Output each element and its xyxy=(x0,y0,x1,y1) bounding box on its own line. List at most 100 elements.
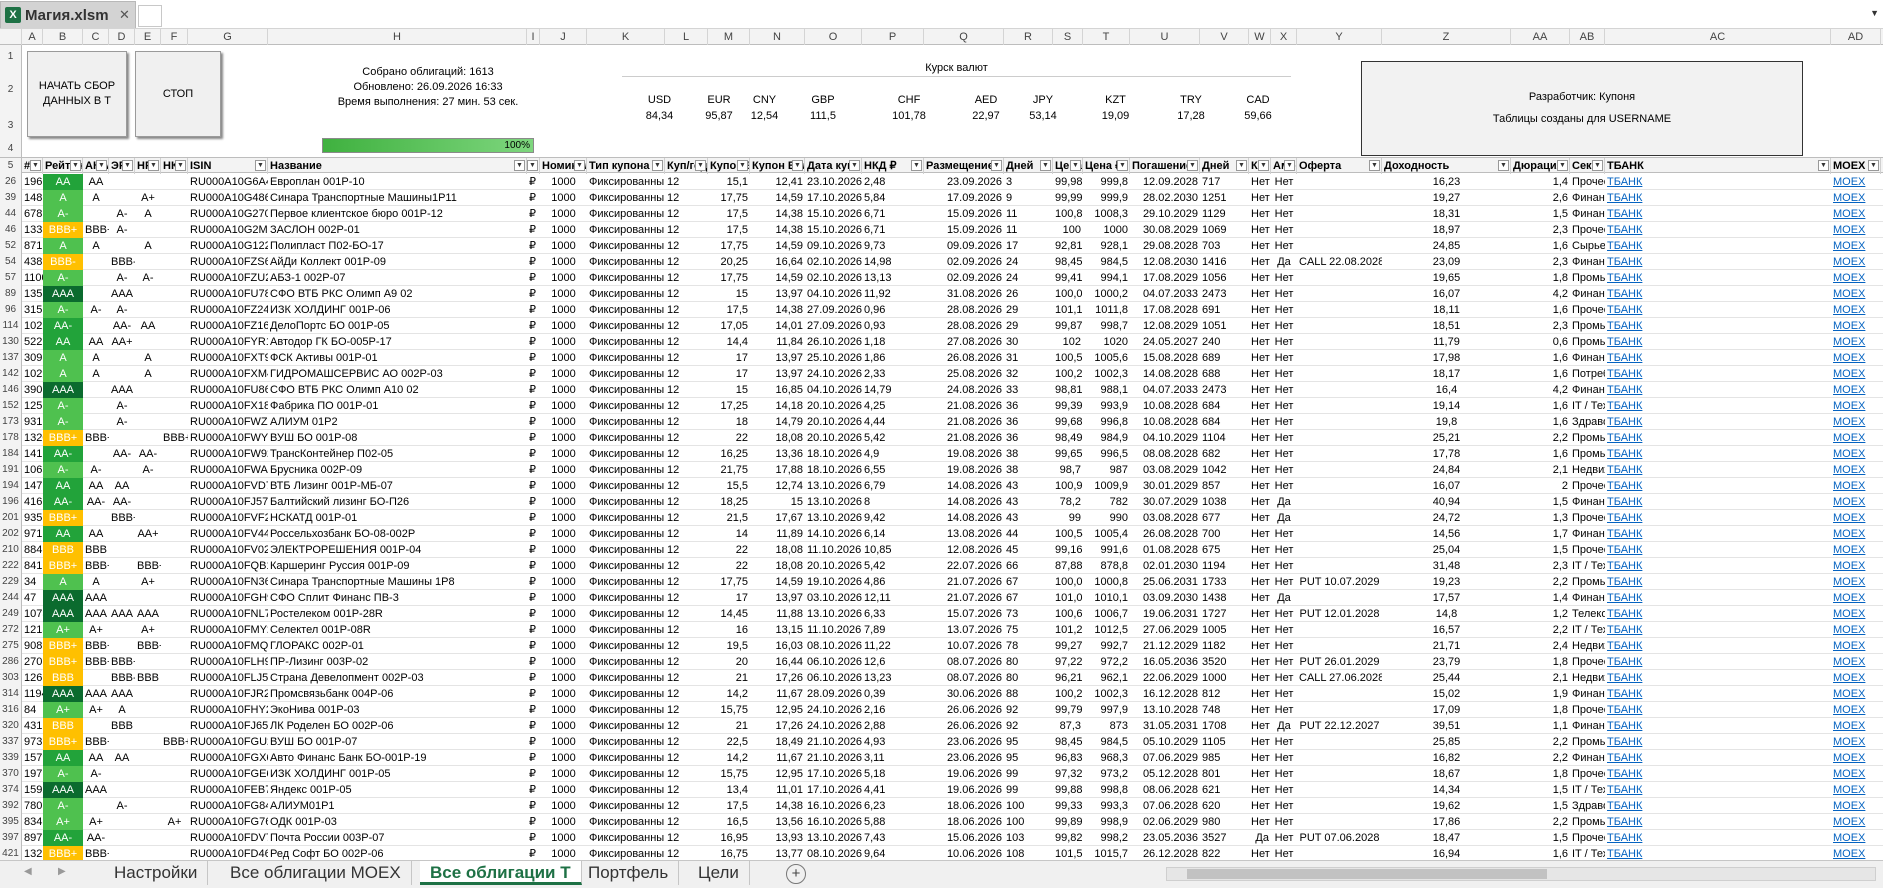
column-header-t[interactable]: T xyxy=(1083,29,1130,45)
tbank-link[interactable]: ТБАНК xyxy=(1605,318,1831,334)
tbank-link[interactable]: ТБАНК xyxy=(1605,366,1831,382)
moex-link[interactable]: MOEX xyxy=(1831,382,1881,398)
row-number[interactable]: 114 xyxy=(0,318,22,334)
filter-dropdown-icon[interactable]: ▼ xyxy=(1369,160,1380,171)
tbank-link[interactable]: ТБАНК xyxy=(1605,830,1831,846)
row-number[interactable]: 370 xyxy=(0,766,22,782)
spreadsheet-grid[interactable]: A B C D E F G H I J K L M N O P Q R S T U V W X Y Z AA AB AC AD 1 2 3… xyxy=(0,29,1883,860)
row-number[interactable]: 146 xyxy=(0,382,22,398)
table-row[interactable]: 194 147 AA AA AA RU000A10FVD7 ВТБ Лизинг 001Р-… xyxy=(0,478,1883,494)
column-header-r[interactable]: R xyxy=(1004,29,1053,45)
row-number[interactable]: 320 xyxy=(0,718,22,734)
moex-link[interactable]: MOEX xyxy=(1831,350,1881,366)
table-row[interactable]: 397 897 AA- AA- RU000A10FDV7 Почта России 003… xyxy=(0,830,1883,846)
moex-link[interactable]: MOEX xyxy=(1831,718,1881,734)
tbank-link[interactable]: ТБАНК xyxy=(1605,638,1831,654)
moex-link[interactable]: MOEX xyxy=(1831,814,1881,830)
filter-dropdown-icon[interactable]: ▼ xyxy=(1187,160,1198,171)
table-row[interactable]: 316 84 A+ A+ A RU000A10FHY2 ЭкоНива 001Р-03 ₽10… xyxy=(0,702,1883,718)
moex-link[interactable]: MOEX xyxy=(1831,270,1881,286)
select-all-corner[interactable] xyxy=(0,29,22,45)
table-row[interactable]: 2721213A+A+A+RU000A10FMY2Селектел 001Р-0… xyxy=(0,622,1883,638)
row-number[interactable]: 26 xyxy=(0,174,22,190)
start-collection-button[interactable]: НАЧАТЬ СБОР ДАННЫХ В Т xyxy=(27,51,127,137)
column-header-d[interactable]: D xyxy=(109,29,135,45)
table-row[interactable]: 52 871 A A A RU000A10G122 Полипласт П02-БО-17 ₽… xyxy=(0,238,1883,254)
tbank-link[interactable]: ТБАНК xyxy=(1605,846,1831,860)
filter-dropdown-icon[interactable]: ▼ xyxy=(96,160,107,171)
filter-dropdown-icon[interactable]: ▼ xyxy=(574,160,585,171)
tbank-link[interactable]: ТБАНК xyxy=(1605,526,1831,542)
filter-dropdown-icon[interactable]: ▼ xyxy=(1868,160,1879,171)
tbank-link[interactable]: ТБАНК xyxy=(1605,814,1831,830)
table-row[interactable]: 54 438 BBB- BBB- RU000A10FZS6 АйДи Коллект 00… xyxy=(0,254,1883,270)
filter-dropdown-icon[interactable]: ▼ xyxy=(122,160,133,171)
tbank-link[interactable]: ТБАНК xyxy=(1605,782,1831,798)
moex-link[interactable]: MOEX xyxy=(1831,542,1881,558)
table-row[interactable]: 201935BBB+BBB+RU000A10FVF2НСКАТД 001Р-01… xyxy=(0,510,1883,526)
table-row[interactable]: 229 34 A A A+ RU000A10FN36 Синара Транспортные… xyxy=(0,574,1883,590)
row-number[interactable]: 54 xyxy=(0,254,22,270)
row-number[interactable]: 178 xyxy=(0,430,22,446)
row-number[interactable]: 137 xyxy=(0,350,22,366)
tbank-link[interactable]: ТБАНК xyxy=(1605,654,1831,670)
row-number[interactable]: 191 xyxy=(0,462,22,478)
filter-dropdown-icon[interactable]: ▼ xyxy=(527,160,538,171)
column-header-h[interactable]: H xyxy=(268,29,527,45)
filter-dropdown-icon[interactable]: ▼ xyxy=(1040,160,1051,171)
new-tab-button[interactable] xyxy=(138,5,162,27)
sheet-tab[interactable]: Портфель xyxy=(578,861,680,885)
row-number[interactable]: 194 xyxy=(0,478,22,494)
filter-dropdown-icon[interactable]: ▼ xyxy=(911,160,922,171)
table-row[interactable]: 275908BBB+BBB+BBB+RU000A10FMQ8ГЛОРАКС 00… xyxy=(0,638,1883,654)
row-number[interactable]: 96 xyxy=(0,302,22,318)
column-header-x[interactable]: X xyxy=(1271,29,1297,45)
moex-link[interactable]: MOEX xyxy=(1831,782,1881,798)
tbank-link[interactable]: ТБАНК xyxy=(1605,398,1831,414)
moex-link[interactable]: MOEX xyxy=(1831,830,1881,846)
table-row[interactable]: 461333BBB+BBB+A-RU000A10G2M8ЗАСЛОН 002Р-… xyxy=(0,222,1883,238)
table-row[interactable]: 26 196 AA AA RU000A10G6A4 Европлан 001Р-10 ₽10… xyxy=(0,174,1883,190)
chevron-left-icon[interactable]: ◀ xyxy=(24,866,32,877)
table-row[interactable]: 571100A-A-A-RU000A10FZU2АБЗ-1 002Р-07₽10… xyxy=(0,270,1883,286)
row-number[interactable]: 142 xyxy=(0,366,22,382)
table-row[interactable]: 370 197 A- A- RU000A10FGE6 ИЗК ХОЛДИНГ 001Р-0… xyxy=(0,766,1883,782)
tbank-link[interactable]: ТБАНК xyxy=(1605,590,1831,606)
close-icon[interactable]: ✕ xyxy=(119,7,130,23)
row-number[interactable]: 244 xyxy=(0,590,22,606)
add-sheet-icon[interactable]: + xyxy=(786,864,806,884)
row-number[interactable]: 395 xyxy=(0,814,22,830)
moex-link[interactable]: MOEX xyxy=(1831,430,1881,446)
table-row[interactable]: 222841BBB+BBB+BBB+RU000A10FQB1Каршеринг … xyxy=(0,558,1883,574)
column-header-i[interactable]: I xyxy=(527,29,540,45)
filter-dropdown-icon[interactable]: ▼ xyxy=(255,160,266,171)
sheet-tab[interactable]: Все облигации Т xyxy=(420,861,582,885)
moex-link[interactable]: MOEX xyxy=(1831,606,1881,622)
table-row[interactable]: 210 884 BBB BBB RU000A10FV02 ЭЛЕКТРОРЕШЕНИЯ 0… xyxy=(0,542,1883,558)
tbank-link[interactable]: ТБАНК xyxy=(1605,574,1831,590)
stop-button[interactable]: СТОП xyxy=(135,51,221,137)
chevron-down-icon[interactable]: ▼ xyxy=(1870,8,1879,18)
filter-dropdown-icon[interactable]: ▼ xyxy=(1258,160,1269,171)
tbank-link[interactable]: ТБАНК xyxy=(1605,238,1831,254)
table-row[interactable]: 3391579AAAAAARU000A10FGX6Авто Финанс Бан… xyxy=(0,750,1883,766)
row-number[interactable]: 201 xyxy=(0,510,22,526)
moex-link[interactable]: MOEX xyxy=(1831,206,1881,222)
moex-link[interactable]: MOEX xyxy=(1831,574,1881,590)
column-header-j[interactable]: J xyxy=(540,29,587,45)
filter-dropdown-icon[interactable]: ▼ xyxy=(1818,160,1829,171)
moex-link[interactable]: MOEX xyxy=(1831,590,1881,606)
column-header-l[interactable]: L xyxy=(665,29,708,45)
row-number[interactable]: 303 xyxy=(0,670,22,686)
moex-link[interactable]: MOEX xyxy=(1831,302,1881,318)
tbank-link[interactable]: ТБАНК xyxy=(1605,510,1831,526)
scrollbar-thumb[interactable] xyxy=(1187,869,1547,879)
row-number[interactable]: 184 xyxy=(0,446,22,462)
row-number[interactable]: 397 xyxy=(0,830,22,846)
column-header-k[interactable]: K xyxy=(587,29,665,45)
chevron-right-icon[interactable]: ▶ xyxy=(58,866,66,877)
filter-dropdown-icon[interactable]: ▼ xyxy=(849,160,860,171)
table-row[interactable]: 146 390 AAA AAA RU000A10FU86 СФО ВТБ РКС Олим… xyxy=(0,382,1883,398)
row-number[interactable]: 272 xyxy=(0,622,22,638)
row-number[interactable]: 39 xyxy=(0,190,22,206)
